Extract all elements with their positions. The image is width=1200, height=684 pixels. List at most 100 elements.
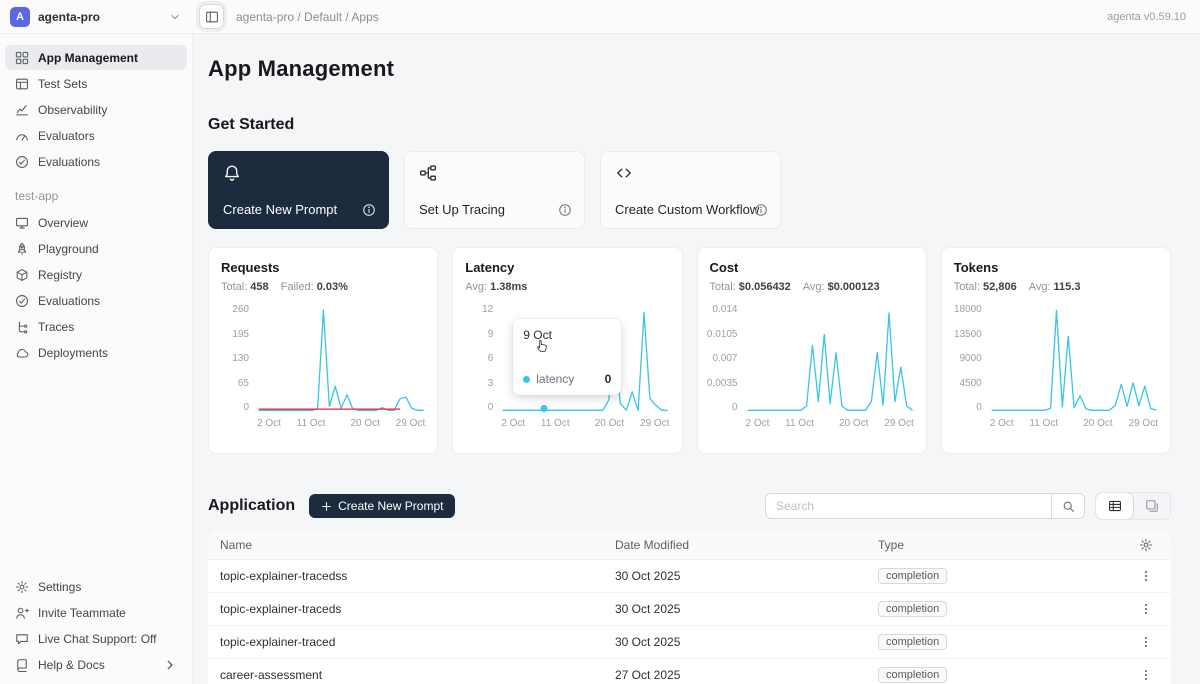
row-menu-button[interactable] [1133, 563, 1159, 589]
tokens-chart[interactable] [990, 305, 1158, 413]
create-custom-workflow-card[interactable]: Create Custom Workflow [600, 151, 781, 229]
workspace-selector[interactable]: A agenta-pro [0, 7, 193, 27]
stat-card-latency: LatencyAvg:1.38ms1296309 Octlatency02 Oc… [452, 247, 682, 454]
y-tick: 260 [232, 305, 249, 315]
help-icon [15, 658, 29, 672]
stat-metric: Failed:0.03% [281, 281, 348, 293]
y-tick: 12 [482, 305, 493, 315]
sidebar-item-evaluations[interactable]: Evaluations [5, 149, 187, 174]
y-tick: 6 [488, 354, 494, 364]
sidebar-item-help-docs[interactable]: Help & Docs [5, 652, 187, 677]
observability-icon [15, 103, 29, 117]
sidebar-item-label: Help & Docs [38, 658, 105, 672]
table-view-icon [1108, 499, 1122, 513]
hovered-point-dot [541, 405, 548, 412]
stat-card-title: Requests [221, 260, 425, 275]
card-view-button[interactable] [1133, 493, 1170, 519]
table-row[interactable]: topic-explainer-tracedss30 Oct 2025compl… [208, 560, 1171, 593]
sidebar-item-live-chat-support-off[interactable]: Live Chat Support: Off [5, 626, 187, 651]
row-menu-button[interactable] [1133, 629, 1159, 655]
row-actions-cell [1121, 563, 1171, 589]
table-settings-button[interactable] [1133, 532, 1159, 558]
x-tick: 29 Oct [884, 418, 913, 429]
sidebar-app-item-overview[interactable]: Overview [5, 210, 187, 235]
cost-chart[interactable] [746, 305, 914, 413]
user-plus-icon [15, 606, 29, 620]
stat-metric: Avg:1.38ms [465, 281, 527, 293]
page-title: App Management [208, 56, 1171, 82]
stat-card-cost: CostTotal:$0.056432Avg:$0.0001230.0140.0… [697, 247, 927, 454]
application-title: Application [208, 497, 295, 515]
chart-tooltip: 9 Octlatency0 [513, 319, 621, 395]
y-tick: 0.0105 [707, 330, 738, 340]
sidebar-toggle-button[interactable] [199, 4, 224, 29]
sidebar-item-settings[interactable]: Settings [5, 574, 187, 599]
sidebar-item-label: Settings [38, 580, 81, 594]
stat-card-title: Tokens [954, 260, 1158, 275]
app-name-cell: topic-explainer-traced [208, 635, 603, 649]
dots-icon [1139, 635, 1153, 649]
table-row[interactable]: topic-explainer-traceds30 Oct 2025comple… [208, 593, 1171, 626]
tooltip-series-label: latency [536, 372, 574, 386]
stat-metric-value: 115.3 [1054, 281, 1081, 293]
row-actions-cell [1121, 662, 1171, 684]
latency-chart[interactable]: 9 Octlatency0 [501, 305, 669, 413]
sidebar-item-test-sets[interactable]: Test Sets [5, 71, 187, 96]
sidebar-app-item-deployments[interactable]: Deployments [5, 340, 187, 365]
search-bar [765, 493, 1085, 519]
x-tick: 29 Oct [396, 418, 425, 429]
sidebar-item-label: Evaluations [38, 155, 100, 169]
y-tick: 130 [232, 354, 249, 364]
get-started-cards: Create New Prompt Set Up Tracing Create Cu… [208, 151, 1171, 229]
sidebar-item-observability[interactable]: Observability [5, 97, 187, 122]
date-modified-cell: 30 Oct 2025 [603, 602, 866, 616]
sidebar-item-app-management[interactable]: App Management [5, 45, 187, 70]
stat-card-tokens: TokensTotal:52,806Avg:115.31800013500900… [941, 247, 1171, 454]
series-dot [523, 376, 530, 383]
stat-metric-value: 458 [250, 281, 268, 293]
sidebar-item-label: Traces [38, 320, 74, 334]
create-new-prompt-card[interactable]: Create New Prompt [208, 151, 389, 229]
testsets-icon [15, 77, 29, 91]
stat-card-meta: Total:52,806Avg:115.3 [954, 281, 1158, 293]
sidebar-app-item-playground[interactable]: Playground [5, 236, 187, 261]
get-started-card-label: Set Up Tracing [419, 202, 505, 217]
table-view-button[interactable] [1096, 493, 1133, 519]
y-axis: 0.0140.01050.0070.00350 [710, 305, 746, 413]
y-tick: 195 [232, 330, 249, 340]
code-icon [615, 164, 633, 182]
sidebar-app-item-evaluations[interactable]: Evaluations [5, 288, 187, 313]
tooltip-series-value: 0 [605, 372, 612, 386]
table-row[interactable]: topic-explainer-traced30 Oct 2025complet… [208, 626, 1171, 659]
stat-card-title: Cost [710, 260, 914, 275]
breadcrumb[interactable]: agenta-pro / Default / Apps [236, 10, 379, 24]
x-tick: 11 Oct [785, 418, 814, 429]
sidebar-app-item-traces[interactable]: Traces [5, 314, 187, 339]
sidebar-item-label: Evaluations [38, 294, 100, 308]
stat-metric-value: 0.03% [317, 281, 348, 293]
y-tick: 3 [488, 379, 494, 389]
gear-icon [15, 580, 29, 594]
info-icon[interactable] [754, 203, 768, 217]
y-tick: 13500 [954, 330, 982, 340]
type-badge: completion [878, 568, 947, 584]
sidebar-app-item-registry[interactable]: Registry [5, 262, 187, 287]
table-row[interactable]: career-assessment27 Oct 2025completion [208, 659, 1171, 684]
requests-chart[interactable] [257, 305, 425, 413]
sidebar-item-invite-teammate[interactable]: Invite Teammate [5, 600, 187, 625]
evaluations-icon [15, 294, 29, 308]
create-new-prompt-button[interactable]: Create New Prompt [309, 494, 455, 518]
sidebar-item-label: Overview [38, 216, 88, 230]
search-button[interactable] [1051, 493, 1085, 519]
sidebar-item-evaluators[interactable]: Evaluators [5, 123, 187, 148]
type-badge: completion [878, 634, 947, 650]
set-up-tracing-card[interactable]: Set Up Tracing [404, 151, 585, 229]
info-icon[interactable] [558, 203, 572, 217]
row-menu-button[interactable] [1133, 596, 1159, 622]
search-input[interactable] [765, 493, 1051, 519]
row-menu-button[interactable] [1133, 662, 1159, 684]
info-icon[interactable] [362, 203, 376, 217]
stat-metric-label: Total: [221, 281, 247, 293]
grid-icon [15, 51, 29, 65]
create-new-prompt-label: Create New Prompt [338, 499, 443, 513]
